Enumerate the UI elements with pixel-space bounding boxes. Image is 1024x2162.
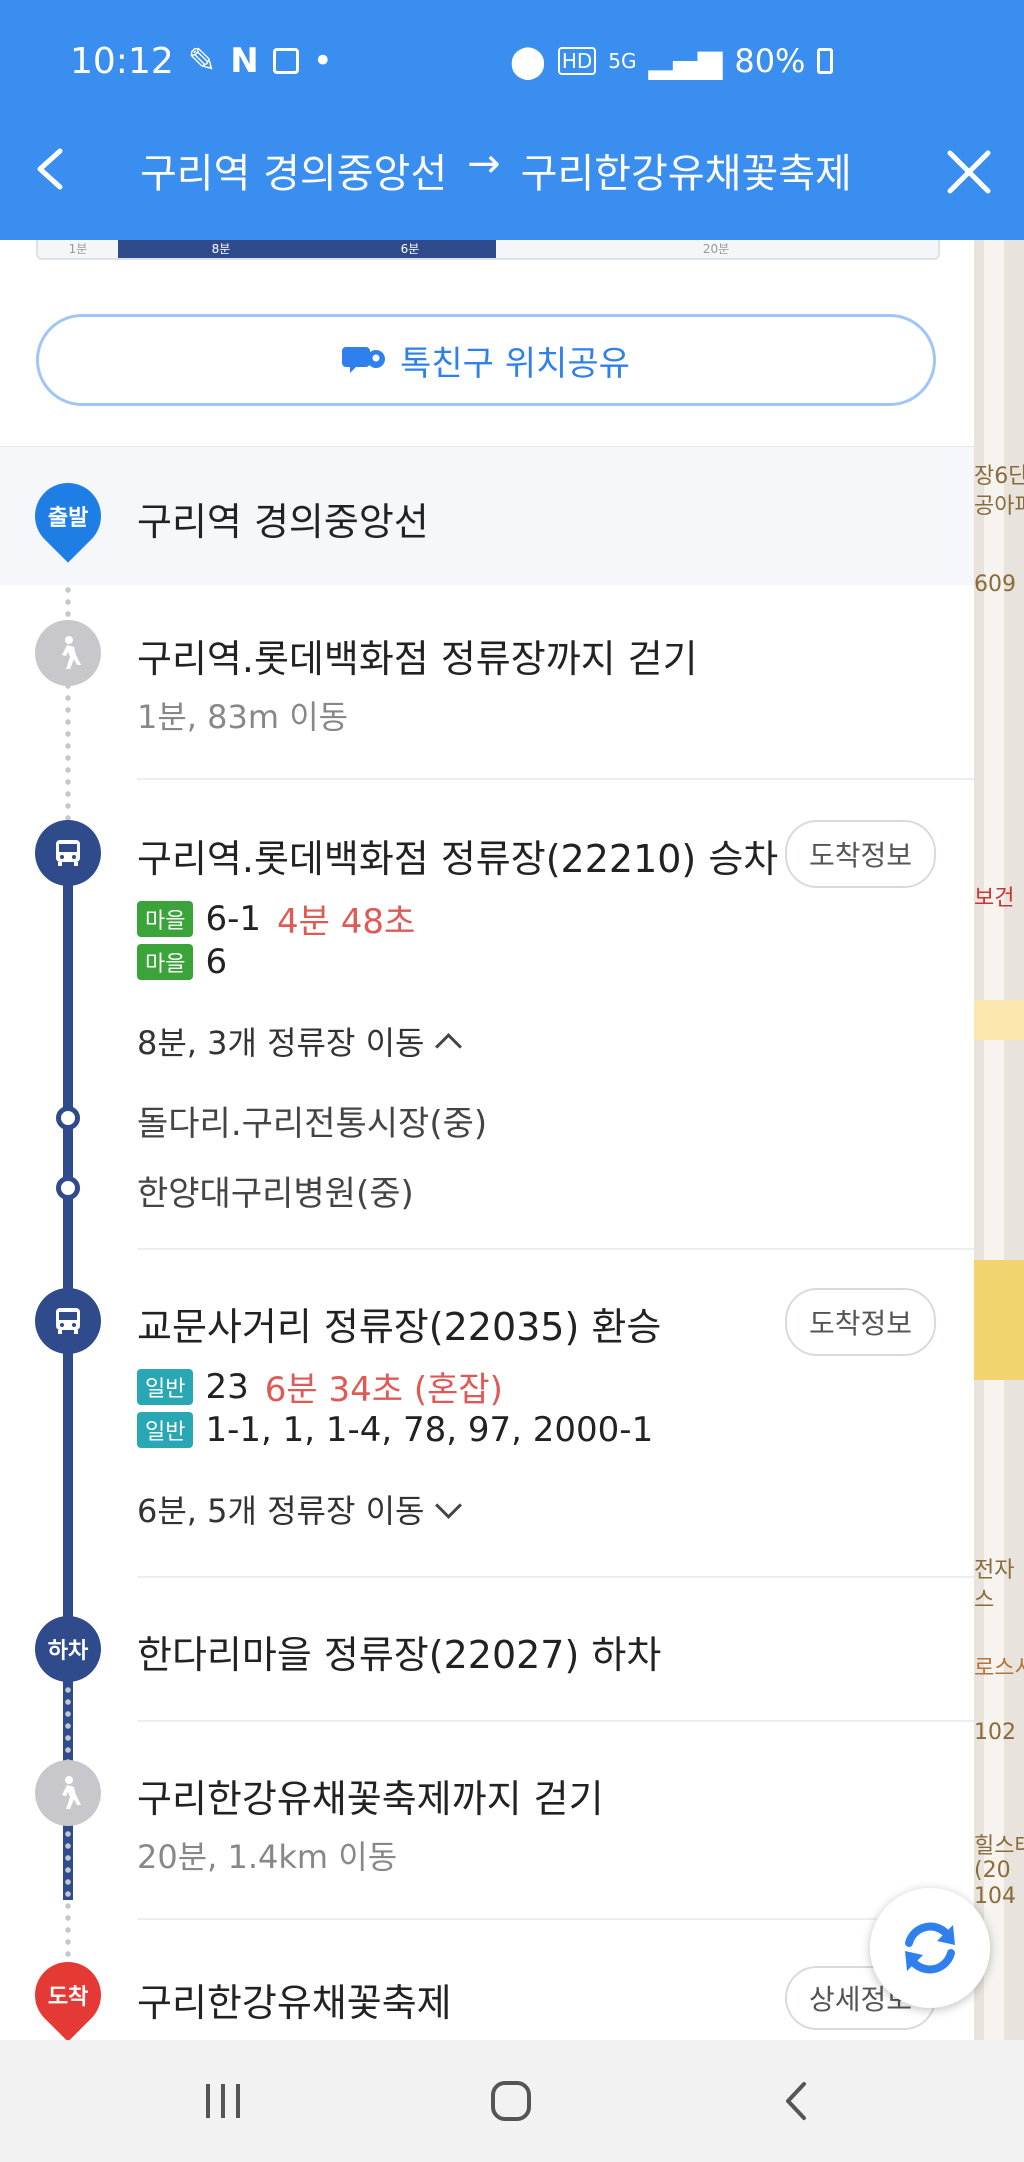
arrive-title: 구리한강유채꽃축제: [137, 1981, 452, 2025]
recent-apps-icon[interactable]: [200, 2080, 246, 2122]
stops-toggle[interactable]: 8분, 3개 정류장 이동: [137, 1018, 462, 1064]
title-bar: 구리역 경의중앙선 → 구리한강유채꽃축제: [0, 135, 1024, 205]
time-segment: 8분: [118, 240, 324, 258]
home-icon[interactable]: [488, 2078, 534, 2124]
refresh-icon: [905, 1922, 955, 1974]
nav-back-icon[interactable]: [780, 2080, 814, 2122]
bus-number: 6: [205, 942, 228, 982]
notification-icon: ✎: [187, 41, 217, 81]
route-title: 구리역 경의중앙선 → 구리한강유채꽃축제: [140, 141, 852, 199]
intermediate-stop-dot: [56, 1106, 80, 1130]
bus-line-row[interactable]: 일반 1-1, 1, 1-4, 78, 97, 2000-1: [137, 1410, 653, 1450]
transfer-stop-title: 교문사거리 정류장(22035) 환승: [137, 1305, 662, 1349]
map-label: 전자: [974, 1558, 1015, 1583]
share-location-button[interactable]: 톡친구 위치공유: [36, 314, 936, 406]
transfer-summary: 6분, 5개 정류장 이동: [137, 1492, 425, 1530]
bus-icon: [35, 1288, 101, 1354]
bus-number: 6-1: [205, 898, 262, 939]
divider: [137, 1576, 974, 1578]
bus-number: 23: [205, 1366, 249, 1407]
arrival-info-button[interactable]: 도착정보: [784, 820, 936, 888]
divider: [137, 1720, 974, 1722]
walk-icon: [35, 620, 101, 686]
map-label: 609: [974, 572, 1016, 597]
board-summary: 8분, 3개 정류장 이동: [137, 1024, 425, 1062]
map-label: 장6단: [974, 464, 1024, 489]
arrive-pin-icon: 도착: [21, 1948, 115, 2040]
bus-line-row[interactable]: 일반 23 6분 34초 (혼잡): [137, 1362, 503, 1411]
arrival-info-button[interactable]: 도착정보: [784, 1288, 936, 1356]
map-label: 102: [974, 1720, 1016, 1745]
board-stop-title: 구리역.롯데백화점 정류장(22210) 승차: [137, 837, 779, 881]
map-label: 104: [974, 1884, 1016, 1909]
map-label: (20: [974, 1858, 1011, 1883]
map-view[interactable]: 장6단 공아파 609 보건 전자 스 로스시 102 힐스테 (20 104: [974, 240, 1024, 2040]
divider: [137, 1918, 974, 1920]
gallery-icon: [272, 48, 299, 74]
map-label: 스: [974, 1588, 995, 1613]
map-label: 공아파: [974, 494, 1024, 519]
battery-level: 80%: [734, 42, 806, 80]
system-navigation-bar: [0, 2040, 1024, 2162]
app-header: 10:12 ✎ N • ⬤ HD 5G ▂▄▆ 80% 구리역 경의중앙선 → …: [0, 0, 1024, 240]
walk2-detail: 20분, 1.4km 이동: [137, 1838, 398, 1876]
bus-number: 1-1, 1, 1-4, 78, 97, 2000-1: [205, 1410, 654, 1450]
bus-type-badge: 일반: [137, 1412, 194, 1448]
walk-icon: [35, 1760, 101, 1826]
bus-icon: [35, 820, 101, 886]
route-detail-panel[interactable]: 1분 8분 6분 20분 톡친구 위치공유 출발 구리역 경의중앙선 구리역.롯…: [0, 240, 974, 2040]
refresh-button[interactable]: [870, 1888, 990, 2008]
route-arrow: →: [467, 141, 501, 187]
chevron-down-icon: [434, 1491, 462, 1519]
bus-type-badge: 마을: [137, 900, 194, 937]
stops-toggle[interactable]: 6분, 5개 정류장 이동: [137, 1486, 462, 1532]
bus-eta: 6분 34초 (혼잡): [264, 1370, 503, 1410]
time-bar: 1분 8분 6분 20분: [36, 240, 940, 260]
origin-name: 구리역 경의중앙선: [140, 151, 448, 197]
walk1-detail: 1분, 83m 이동: [137, 698, 349, 736]
map-label: 힐스테: [974, 1834, 1024, 1859]
depart-pin-icon: 출발: [21, 469, 115, 563]
dot-icon: •: [312, 41, 333, 81]
alight-marker: 하차: [35, 1616, 101, 1682]
depart-row[interactable]: 출발 구리역 경의중앙선: [0, 446, 974, 585]
walk1-title: 구리역.롯데백화점 정류장까지 걷기: [137, 637, 698, 681]
network-label: 5G: [608, 49, 637, 73]
divider: [137, 1248, 974, 1250]
walk2-title: 구리한강유채꽃축제까지 걷기: [137, 1777, 604, 1821]
battery-icon: [817, 48, 834, 74]
hd-label: HD: [557, 47, 597, 75]
status-bar: 10:12 ✎ N • ⬤ HD 5G ▂▄▆ 80%: [70, 36, 984, 86]
divider: [137, 778, 974, 780]
bus-type-badge: 마을: [137, 944, 194, 980]
location-icon: ⬤: [510, 42, 546, 80]
intermediate-stop-dot: [56, 1176, 80, 1200]
map-label: 보건: [974, 886, 1015, 911]
nfc-icon: N: [230, 41, 259, 81]
time-segment: 1분: [68, 242, 88, 256]
intermediate-stop: 한양대구리병원(중): [137, 1174, 414, 1214]
bus-eta: 4분 48초: [277, 902, 416, 942]
chat-location-icon: [342, 347, 386, 373]
bus-line-row[interactable]: 마을 6: [137, 942, 227, 982]
alight-title: 한다리마을 정류장(22027) 하차: [137, 1633, 662, 1677]
time-segment: 20분: [702, 242, 730, 256]
close-icon[interactable]: [944, 147, 994, 197]
depart-name: 구리역 경의중앙선: [137, 500, 429, 544]
signal-icon: ▂▄▆: [648, 42, 723, 80]
chevron-up-icon: [434, 1032, 462, 1060]
destination-name: 구리한강유채꽃축제: [520, 151, 852, 197]
map-label: 로스시: [974, 1656, 1024, 1681]
back-arrow-icon[interactable]: [30, 147, 74, 191]
clock: 10:12: [70, 40, 174, 82]
share-location-label: 톡친구 위치공유: [400, 343, 630, 384]
intermediate-stop: 돌다리.구리전통시장(중): [137, 1104, 488, 1144]
bus-line-row[interactable]: 마을 6-1 4분 48초: [137, 894, 415, 943]
time-segment: 6분: [324, 240, 496, 258]
bus-type-badge: 일반: [137, 1368, 194, 1405]
